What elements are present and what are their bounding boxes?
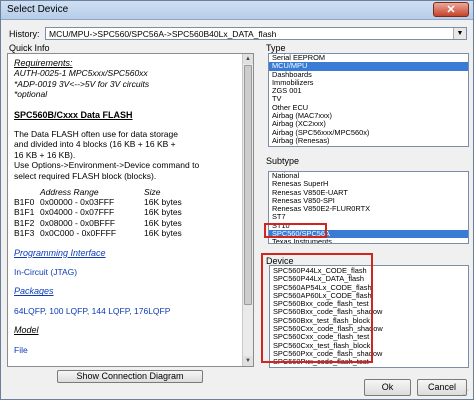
description-line: The Data FLASH often use for data storag… <box>14 129 178 140</box>
history-value: MCU/MPU->SPC560/SPC56A->SPC560B40Lx_DATA… <box>49 29 277 39</box>
show-connection-diagram-button[interactable]: Show Connection Diagram <box>57 370 203 383</box>
block-row: B1F1 0x04000 - 0x07FFF 16K bytes <box>14 207 234 217</box>
cancel-button[interactable]: Cancel <box>417 379 467 396</box>
close-icon[interactable]: ✕ <box>433 2 469 17</box>
use-line: select required FLASH block (blocks). <box>14 170 157 181</box>
block-row: B1F2 0x08000 - 0x0BFFF 16K bytes <box>14 218 234 228</box>
description-line: and divided into 4 blocks (16 KB + 16 KB… <box>14 139 176 150</box>
flash-heading: SPC560B/Cxxx Data FLASH <box>14 109 133 120</box>
block-name: B1F3 <box>14 228 35 239</box>
scroll-thumb[interactable] <box>244 65 252 305</box>
packages-heading: Packages <box>14 286 54 297</box>
range-column-header: Address Range <box>40 187 99 198</box>
subtype-list-item[interactable]: ST7 <box>269 213 468 222</box>
block-row: B1F3 0x0C000 - 0x0FFFF 16K bytes <box>14 228 234 238</box>
model-value: File <box>14 344 28 355</box>
block-name: B1F0 <box>14 197 35 208</box>
block-size: 16K bytes <box>144 197 182 208</box>
requirement-line: AUTH-0025-1 MPC5xxx/SPC560xx <box>14 68 148 79</box>
type-list-item[interactable]: Airbag (Renesas) <box>269 136 468 145</box>
block-row: B1F0 0x00000 - 0x03FFF 16K bytes <box>14 197 234 207</box>
description-line: 16 KB + 16 KB). <box>14 149 76 160</box>
programming-interface-heading: Programming Interface <box>14 247 106 258</box>
title-bar: Select Device ✕ <box>1 1 473 20</box>
type-label: Type <box>266 43 286 53</box>
quick-info-content: Requirements: AUTH-0025-1 MPC5xxx/SPC560… <box>14 58 234 355</box>
window-title: Select Device <box>7 4 69 15</box>
block-size: 16K bytes <box>144 217 182 228</box>
subtype-label: Subtype <box>266 156 300 166</box>
requirement-line: *ADP-0019 3V<-->5V for 3V circuits <box>14 78 150 89</box>
quick-info-label: Quick Info <box>9 43 50 53</box>
ok-button[interactable]: Ok <box>364 379 411 396</box>
size-column-header: Size <box>144 187 161 198</box>
block-range: 0x04000 - 0x07FFF <box>40 207 115 218</box>
subtype-list-item[interactable]: Renesas V850E2-FLUR0RTX <box>269 204 468 213</box>
block-range: 0x0C000 - 0x0FFFF <box>40 228 117 239</box>
block-table-header: Address Range Size <box>14 187 234 197</box>
packages-value: 64LQFP, 100 LQFP, 144 LQFP, 176LQFP <box>14 305 171 316</box>
type-items: Serial EEPROM MCU/MPU Dashboards Immobilize… <box>269 54 468 145</box>
block-name: B1F2 <box>14 217 35 228</box>
block-range: 0x00000 - 0x03FFF <box>40 197 115 208</box>
history-dropdown[interactable]: MCU/MPU->SPC560/SPC56A->SPC560B40Lx_DATA… <box>45 27 467 40</box>
select-device-dialog: Select Device ✕ History: MCU/MPU->SPC560… <box>0 0 474 400</box>
subtype-highlight-box <box>264 223 327 238</box>
model-heading: Model <box>14 325 39 336</box>
block-size: 16K bytes <box>144 207 182 218</box>
requirement-line: *optional <box>14 89 48 100</box>
resize-grip-icon[interactable]: ⋰ <box>463 389 471 397</box>
requirements-heading: Requirements: <box>14 58 73 68</box>
programming-interface-value: In-Circuit (JTAG) <box>14 267 78 278</box>
scroll-up-icon[interactable]: ▲ <box>243 54 253 64</box>
quick-info-scrollbar[interactable]: ▲ ▼ <box>242 54 253 366</box>
block-size: 16K bytes <box>144 228 182 239</box>
device-highlight-box <box>261 253 373 363</box>
block-range: 0x08000 - 0x0BFFF <box>40 217 116 228</box>
block-name: B1F1 <box>14 207 35 218</box>
scroll-down-icon[interactable]: ▼ <box>243 356 253 366</box>
type-list[interactable]: Serial EEPROM MCU/MPU Dashboards Immobilize… <box>268 53 469 147</box>
quick-info-panel: Requirements: AUTH-0025-1 MPC5xxx/SPC560… <box>7 53 254 367</box>
history-label: History: <box>9 29 40 39</box>
subtype-list-item[interactable]: Texas Instruments <box>269 238 468 243</box>
type-list-item[interactable]: ZGS 001 <box>269 86 468 95</box>
chevron-down-icon[interactable]: ▼ <box>453 28 466 39</box>
use-line: Use Options->Environment->Device command… <box>14 160 200 171</box>
